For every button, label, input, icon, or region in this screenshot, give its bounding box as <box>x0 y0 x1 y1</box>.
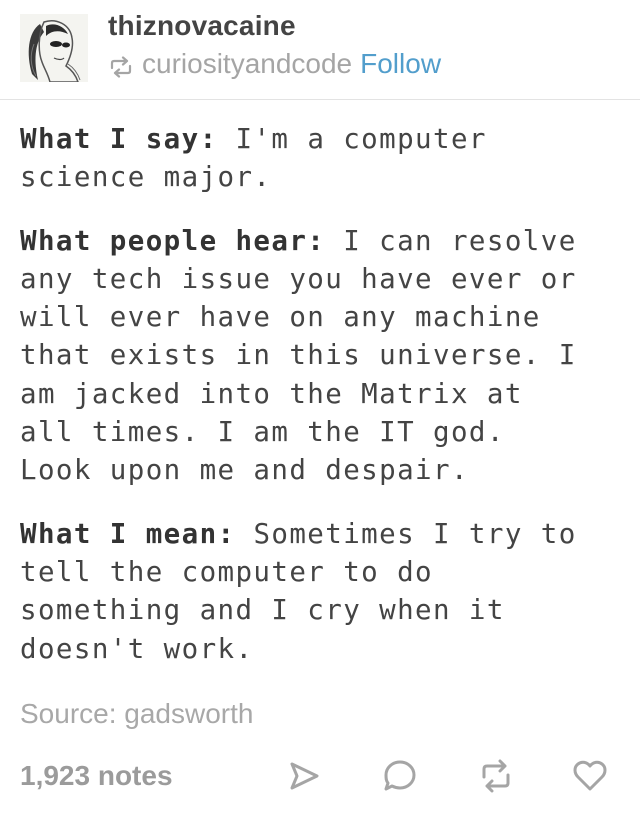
avatar[interactable] <box>20 14 88 82</box>
post-footer: 1,923 notes <box>0 748 640 808</box>
heart-icon <box>573 760 607 791</box>
reblog-attribution: curiosityandcode Follow <box>108 48 441 80</box>
post-header: thiznovacaine curiosityandcode Follow <box>0 0 640 100</box>
reblog-icon <box>482 759 510 793</box>
source-link[interactable]: Source: gadsworth <box>20 698 253 730</box>
paragraph-label: What I say: <box>20 123 218 155</box>
like-button[interactable] <box>570 756 610 796</box>
reblog-button[interactable] <box>476 756 516 796</box>
reblog-small-icon <box>108 53 134 78</box>
paragraph-label: What I mean: <box>20 517 236 550</box>
username[interactable]: thiznovacaine <box>108 10 296 42</box>
paragraph-text: I can resolve any tech issue you have ev… <box>20 224 577 487</box>
avatar-sketch-icon <box>20 14 88 82</box>
share-button[interactable] <box>284 756 324 796</box>
reply-button[interactable] <box>380 756 420 796</box>
notes-count[interactable]: 1,923 notes <box>20 760 173 792</box>
reply-icon <box>384 760 416 791</box>
paragraph-say: What I say: I'm a computer science major… <box>20 120 630 197</box>
paragraph-mean: What I mean: Sometimes I try to tell the… <box>20 515 630 668</box>
paragraph-label: What people hear: <box>20 224 326 257</box>
post-body: What I say: I'm a computer science major… <box>20 120 630 693</box>
reblogged-from-blog[interactable]: curiosityandcode <box>142 48 352 80</box>
share-icon <box>290 762 319 790</box>
paragraph-hear: What people hear: I can resolve any tech… <box>20 222 630 490</box>
follow-button[interactable]: Follow <box>360 48 441 80</box>
